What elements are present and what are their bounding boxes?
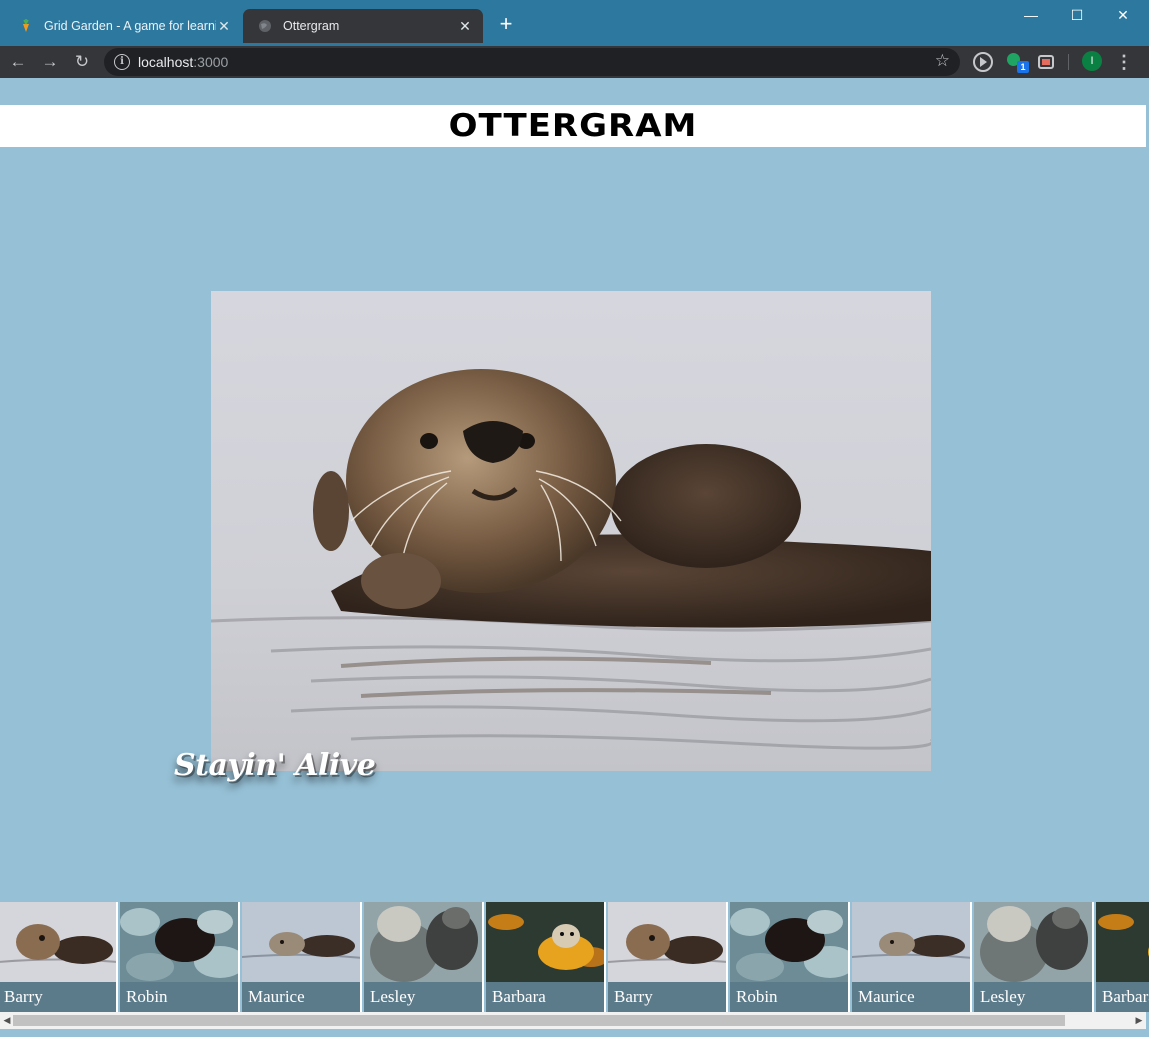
address-bar[interactable]: i localhost:3000 ☆ xyxy=(104,48,960,76)
logo-text: OTTERGRAM xyxy=(448,107,698,145)
tab-title: Grid Garden - A game for learning CSS gr… xyxy=(44,19,216,33)
tab-grid-garden[interactable]: Grid Garden - A game for learning CSS gr… xyxy=(4,9,242,43)
horizontal-scrollbar[interactable]: ◀ ▶ xyxy=(0,1012,1146,1029)
address-host: localhost xyxy=(138,54,194,70)
address-text[interactable]: localhost:3000 xyxy=(138,54,228,70)
toolbar-divider xyxy=(1068,54,1069,70)
thumbnail-label: Barbara xyxy=(486,982,604,1012)
cast-extension-icon[interactable] xyxy=(1038,55,1054,69)
kebab-menu-icon[interactable]: ⋮ xyxy=(1114,50,1134,74)
thumbnail-label: Maurice xyxy=(242,982,360,1012)
thumbnail-label: Robin xyxy=(120,982,238,1012)
thumbnail-label: Maurice xyxy=(852,982,970,1012)
ottergram-page: OTTERGRAM Stayin' Alive Barry Robin Maur… xyxy=(0,78,1149,1037)
globe-favicon-icon xyxy=(257,18,273,34)
thumbnail-list: Barry Robin Maurice Lesley Barbara Barry Robin… xyxy=(0,902,1149,1012)
otter-floating-icon xyxy=(211,291,931,771)
browser-toolbar: ← → ↻ i localhost:3000 ☆ 1 I ⋮ xyxy=(0,46,1149,78)
otter-thumbnail-icon xyxy=(974,902,1092,982)
close-window-icon[interactable]: ✕ xyxy=(1100,0,1146,32)
thumbnail-item[interactable]: Robin xyxy=(120,902,240,1012)
thumbnail-item[interactable]: Barry xyxy=(608,902,728,1012)
minimize-icon[interactable]: — xyxy=(1008,0,1054,32)
thumbnail-label: Robin xyxy=(730,982,848,1012)
forward-arrow-icon[interactable]: → xyxy=(38,50,62,74)
tab-title: Ottergram xyxy=(283,19,340,33)
thumbnail-item[interactable]: Maurice xyxy=(852,902,972,1012)
info-icon[interactable]: i xyxy=(114,54,130,70)
reload-icon[interactable]: ↻ xyxy=(70,50,94,74)
scrollbar-thumb[interactable] xyxy=(13,1015,1065,1026)
otter-thumbnail-icon xyxy=(608,902,726,982)
tab-close-icon[interactable]: ✕ xyxy=(216,18,232,35)
otter-thumbnail-icon xyxy=(1096,902,1149,982)
tab-ottergram[interactable]: Ottergram ✕ xyxy=(243,9,483,43)
address-port: :3000 xyxy=(193,54,229,70)
scroll-right-arrow-icon[interactable]: ▶ xyxy=(1132,1012,1146,1029)
otter-thumbnail-icon xyxy=(242,902,360,982)
extension-badge: 1 xyxy=(1017,61,1029,73)
thumbnail-label: Barry xyxy=(0,982,116,1012)
bookmark-star-icon[interactable]: ☆ xyxy=(935,51,950,71)
otter-thumbnail-icon xyxy=(364,902,482,982)
thumbnail-item[interactable]: Lesley xyxy=(974,902,1094,1012)
thumbnail-item[interactable]: Barbara xyxy=(1096,902,1149,1012)
thumbnail-label: Barry xyxy=(608,982,726,1012)
thumbnail-item[interactable]: Lesley xyxy=(364,902,484,1012)
play-extension-icon[interactable] xyxy=(973,52,993,72)
otter-thumbnail-icon xyxy=(730,902,848,982)
maximize-icon[interactable]: ☐ xyxy=(1054,0,1100,32)
thumbnail-item[interactable]: Barry xyxy=(0,902,118,1012)
otter-thumbnail-icon xyxy=(486,902,604,982)
green-extension-icon[interactable]: 1 xyxy=(1007,52,1029,73)
thumbnail-label: Barbara xyxy=(1096,982,1149,1012)
otter-thumbnail-icon xyxy=(120,902,238,982)
new-tab-icon[interactable]: + xyxy=(494,12,518,36)
detail-image xyxy=(211,291,931,771)
otter-thumbnail-icon xyxy=(852,902,970,982)
thumbnail-item[interactable]: Maurice xyxy=(242,902,362,1012)
browser-tabstrip: Grid Garden - A game for learning CSS gr… xyxy=(0,0,1149,46)
profile-avatar[interactable]: I xyxy=(1082,51,1102,71)
otter-thumbnail-icon xyxy=(0,902,116,982)
scroll-left-arrow-icon[interactable]: ◀ xyxy=(0,1012,14,1029)
detail-title: Stayin' Alive xyxy=(174,748,376,783)
thumbnail-label: Lesley xyxy=(364,982,482,1012)
tab-close-icon[interactable]: ✕ xyxy=(457,18,473,35)
thumbnail-label: Lesley xyxy=(974,982,1092,1012)
thumbnail-item[interactable]: Robin xyxy=(730,902,850,1012)
carrot-favicon-icon xyxy=(18,18,34,34)
thumbnail-item[interactable]: Barbara xyxy=(486,902,606,1012)
logo-header: OTTERGRAM xyxy=(0,105,1146,147)
back-arrow-icon[interactable]: ← xyxy=(6,50,30,74)
